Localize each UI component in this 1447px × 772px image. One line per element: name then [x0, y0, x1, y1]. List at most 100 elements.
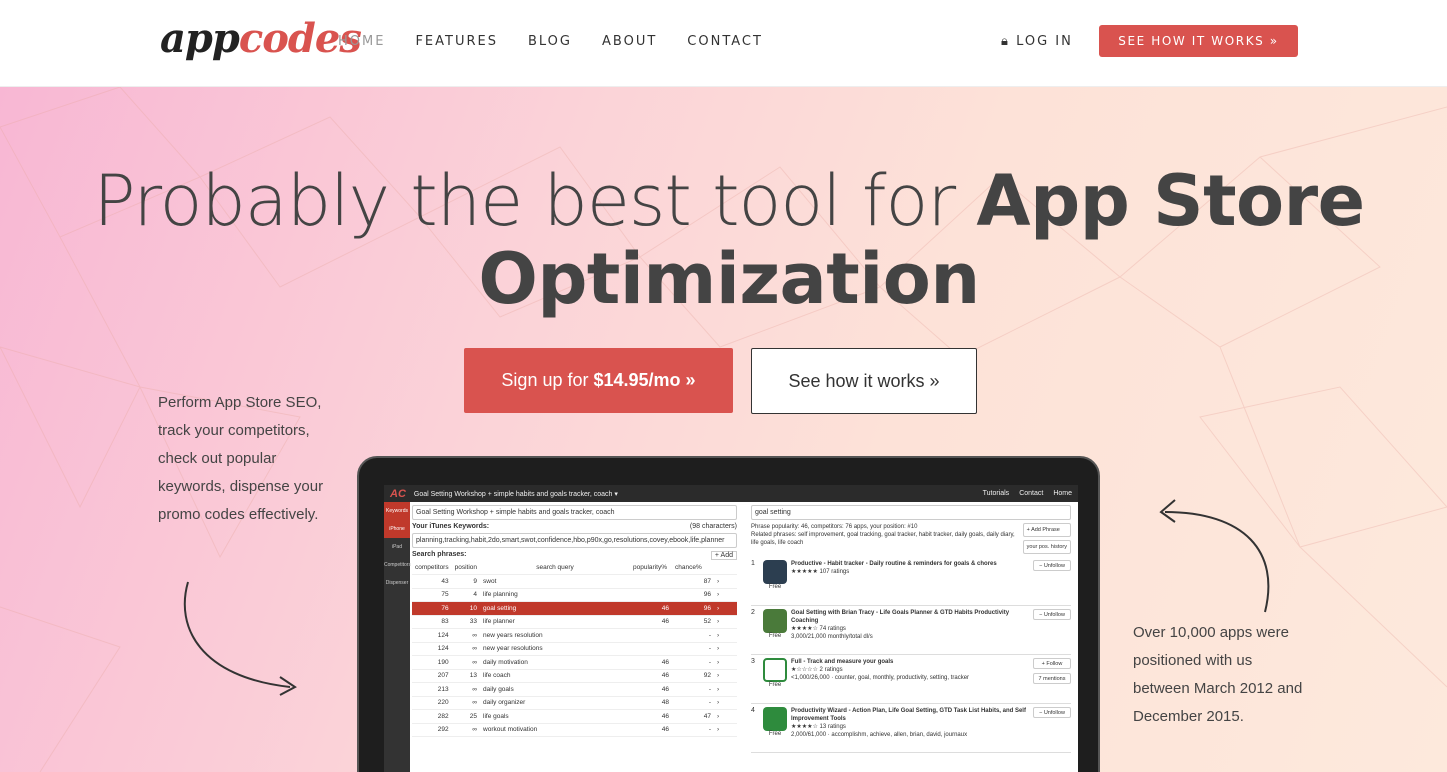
table-row[interactable]: 220 ∞ daily organizer 48- ›	[412, 696, 737, 710]
table-cell: ∞	[451, 696, 481, 710]
nav-home[interactable]: HOME	[338, 34, 385, 49]
table-row[interactable]: 292 ∞ workout motivation 46- ›	[412, 723, 737, 737]
sidebar-dispenser[interactable]: Dispenser	[384, 574, 410, 592]
table-row[interactable]: 213 ∞ daily goals 46- ›	[412, 682, 737, 697]
app-rank: 2	[751, 609, 755, 616]
table-cell: 33	[451, 615, 481, 629]
col-competitors[interactable]: competitors	[412, 561, 452, 575]
table-cell: 213	[412, 682, 452, 697]
mentions-button[interactable]: 7 mentions	[1033, 673, 1071, 684]
keywords-field[interactable]: planning,tracking,habit,2do,smart,swot,c…	[412, 533, 737, 548]
table-row[interactable]: 207 13 life coach 46 92 ›	[412, 669, 737, 683]
app-price: Free	[768, 633, 782, 639]
sidebar-competitors[interactable]: Competitors	[384, 556, 411, 574]
app-title[interactable]: Goal Setting with Brian Tracy - Life Goa…	[791, 609, 1029, 625]
chevron-right-icon[interactable]: ›	[714, 696, 737, 710]
competitor-app-item: 2 Free Goal Setting with Brian Tracy - Lif…	[751, 606, 1071, 655]
nav-features[interactable]: FEATURES	[415, 34, 498, 49]
chevron-right-icon[interactable]: ›	[714, 642, 737, 656]
signup-button[interactable]: Sign up for $14.95/mo »	[464, 348, 733, 413]
chevron-right-icon[interactable]: ›	[714, 669, 737, 683]
table-row[interactable]: 124 ∞ new year resolutions - ›	[412, 642, 737, 656]
sidebar-iphone[interactable]: iPhone	[384, 520, 410, 538]
menu-home[interactable]: Home	[1053, 490, 1072, 497]
see-how-button[interactable]: See how it works »	[751, 348, 977, 414]
app-icon[interactable]	[763, 609, 787, 633]
table-row[interactable]: 190 ∞ daily motivation 46- ›	[412, 655, 737, 670]
chevron-right-icon[interactable]: ›	[714, 682, 737, 697]
table-cell: 75	[412, 588, 452, 602]
nav-contact[interactable]: CONTACT	[687, 34, 763, 49]
table-cell: 47	[672, 709, 715, 724]
col-position[interactable]: position	[451, 561, 481, 575]
app-title[interactable]: Goal Setting Workshop + simple habits an…	[414, 490, 618, 498]
chevron-right-icon[interactable]: ›	[714, 615, 737, 629]
table-cell: -	[672, 655, 715, 670]
table-cell: 46	[630, 655, 673, 670]
table-cell: 190	[412, 655, 452, 670]
app-name-field[interactable]: Goal Setting Workshop + simple habits an…	[412, 505, 737, 520]
table-row[interactable]: 282 25 life goals 46 47 ›	[412, 709, 737, 724]
app-icon[interactable]	[763, 707, 787, 731]
sidebar-keywords[interactable]: Keywords	[384, 502, 410, 520]
chevron-right-icon[interactable]: ›	[714, 628, 737, 643]
table-cell: goal setting	[480, 601, 631, 616]
app-price: Free	[768, 731, 782, 737]
table-row[interactable]: 76 10 goal setting 46 96 ›	[412, 601, 737, 616]
position-history-button[interactable]: your pos. history	[1022, 540, 1071, 554]
top-nav: appcodes HOME FEATURES BLOG ABOUT CONTAC…	[0, 0, 1447, 87]
nav-about[interactable]: ABOUT	[602, 34, 657, 49]
table-cell: 292	[412, 723, 452, 737]
table-cell: 96	[672, 601, 715, 616]
nav-blog[interactable]: BLOG	[528, 34, 572, 49]
app-title[interactable]: Productive - Habit tracker - Daily routi…	[791, 560, 1029, 568]
search-phrases-label: Search phrases:	[412, 551, 467, 558]
see-how-it-works-button[interactable]: SEE HOW IT WORKS »	[1099, 25, 1298, 57]
table-cell	[630, 628, 673, 643]
table-cell: 83	[412, 615, 452, 629]
app-screenshot: AC Goal Setting Workshop + simple habits…	[384, 485, 1078, 772]
app-title[interactable]: Full - Track and measure your goals	[791, 658, 1029, 666]
table-row[interactable]: 43 9 swot 87 ›	[412, 574, 737, 589]
col-chance[interactable]: chance%	[672, 561, 715, 575]
follow-button[interactable]: + Follow	[1033, 658, 1071, 669]
chevron-right-icon[interactable]: ›	[714, 588, 737, 602]
chevron-right-icon[interactable]: ›	[714, 655, 737, 670]
chevron-right-icon[interactable]: ›	[714, 709, 737, 724]
table-cell: 13	[451, 669, 481, 683]
menu-tutorials[interactable]: Tutorials	[983, 490, 1010, 497]
table-row[interactable]: 124 ∞ new years resolution - ›	[412, 628, 737, 643]
app-icon[interactable]	[763, 658, 787, 682]
add-phrase-button[interactable]: + Add	[710, 551, 737, 560]
table-cell: 9	[451, 574, 481, 589]
table-row[interactable]: 83 33 life planner 46 52 ›	[412, 615, 737, 629]
table-cell: 25	[451, 709, 481, 724]
table-cell: 46	[630, 669, 673, 683]
menu-contact[interactable]: Contact	[1019, 490, 1043, 497]
app-title[interactable]: Productivity Wizard - Action Plan, Life …	[791, 707, 1029, 723]
table-cell	[630, 588, 673, 602]
follow-button[interactable]: − Unfollow	[1033, 609, 1071, 620]
follow-button[interactable]: − Unfollow	[1033, 707, 1071, 718]
col-popularity[interactable]: popularity%	[630, 561, 673, 575]
sidebar-ipad[interactable]: iPad	[384, 538, 410, 556]
chevron-right-icon[interactable]: ›	[714, 601, 737, 616]
table-cell: 96	[672, 588, 715, 602]
competitor-app-item: 3 Free Full - Track and measure your goals…	[751, 655, 1071, 704]
col-query[interactable]: search query	[480, 561, 631, 575]
table-row[interactable]: 75 4 life planning 96 ›	[412, 588, 737, 602]
table-cell: life coach	[480, 669, 631, 683]
chevron-right-icon[interactable]: ›	[714, 723, 737, 737]
logo[interactable]: appcodes	[160, 14, 362, 64]
follow-button[interactable]: − Unfollow	[1033, 560, 1071, 571]
login-link[interactable]: 🔒︎ LOG IN	[1001, 34, 1073, 49]
phrase-search-input[interactable]: goal setting	[751, 505, 1071, 520]
table-cell: 10	[451, 601, 481, 616]
table-cell: 87	[672, 574, 715, 589]
chevron-right-icon[interactable]: ›	[714, 574, 737, 589]
nav-links: HOME FEATURES BLOG ABOUT CONTACT	[338, 34, 793, 49]
table-cell: 46	[630, 601, 673, 616]
add-phrase-right-button[interactable]: + Add Phrase	[1022, 523, 1071, 537]
app-icon[interactable]	[763, 560, 787, 584]
table-cell: 76	[412, 601, 452, 616]
